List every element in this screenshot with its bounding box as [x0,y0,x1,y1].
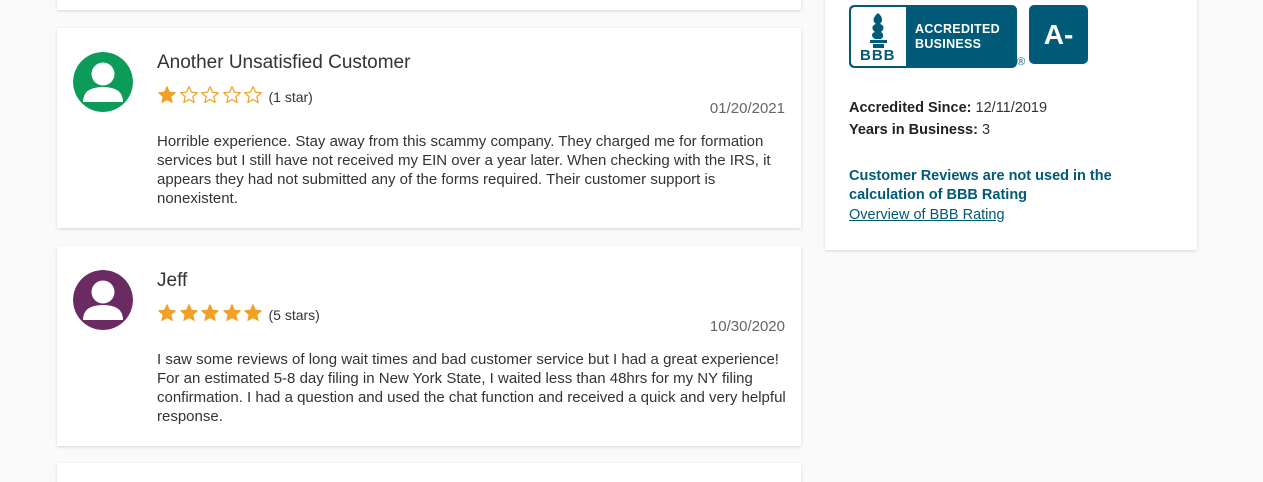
review-card: Another Unsatisfied Customer (1 star) 01… [57,28,801,228]
bbb-rating-panel: BBB ACCREDITED BUSINESS ® A- Accredited … [825,0,1197,250]
star-rating: (1 star) [157,85,313,105]
review-date: 10/30/2020 [709,318,785,335]
reviews-disclaimer: Customer Reviews are not used in the cal… [849,168,1112,203]
star-filled-icon [158,304,176,321]
star-filled-icon [222,304,241,321]
rating-label: (1 star) [268,88,313,105]
accredited-line: ACCREDITED [915,22,1000,36]
star-empty-icon [222,86,241,104]
page: Another Unsatisfied Customer (1 star) 01… [0,0,1263,482]
bbb-grade-badge: A- [1029,5,1088,64]
review-text: I saw some reviews of long wait times an… [157,351,786,425]
bbb-logo-text: BBB [860,47,896,64]
user-icon [73,270,133,330]
star-empty-icon [244,86,262,104]
years-in-business-label: Years in Business: [849,122,978,138]
previous-review-card [57,0,801,10]
years-in-business-value: 3 [981,122,991,138]
star-filled-icon [179,304,198,321]
avatar [73,52,133,112]
review-date: 01/20/2021 [709,100,785,117]
accredited-since-label: Accredited Since: [849,100,972,116]
next-review-card [57,463,801,482]
star-rating: (5 stars) [157,303,320,323]
bbb-accredited-logo: BBB ACCREDITED BUSINESS [849,5,1017,68]
rating-label: (5 stars) [268,306,320,323]
star-empty-icon [179,86,198,104]
star-filled-icon [244,304,262,321]
overview-bbb-rating-link[interactable]: Overview of BBB Rating [849,207,1005,223]
user-icon [73,52,133,112]
star-empty-icon [201,86,219,104]
star-filled-icon [158,86,176,103]
reviewer-name: Another Unsatisfied Customer [157,52,411,73]
star-filled-icon [201,304,219,321]
avatar [73,270,133,330]
reviewer-name: Jeff [157,270,188,291]
accredited-since-value: 12/11/2019 [975,100,1048,116]
accredited-since: Accredited Since: 12/11/2019 [849,100,1047,116]
review-text: Horrible experience. Stay away from this… [157,133,771,207]
business-line: BUSINESS [915,37,982,51]
registered-mark: ® [1017,56,1026,68]
bbb-seal: BBB [851,7,906,66]
accredited-business-text: ACCREDITED BUSINESS [915,22,1000,52]
years-in-business: Years in Business: 3 [849,122,990,138]
review-card: Jeff (5 stars) 10/30/2020 I saw some rev… [57,246,801,446]
